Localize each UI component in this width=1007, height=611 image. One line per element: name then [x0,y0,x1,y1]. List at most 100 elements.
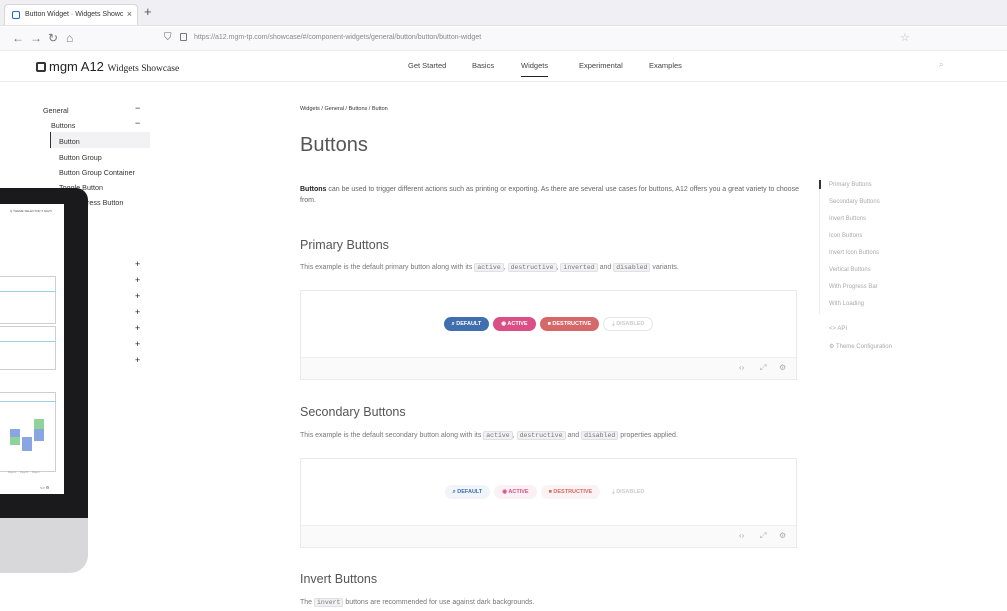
button-row: ⌕ DEFAULT ◉ ACTIVE ■ DESTRUCTIVE ⤓ DISAB… [301,317,796,331]
primary-destructive-button[interactable]: ■ DESTRUCTIVE [539,317,600,331]
device-footer-icons: <> ⚙ [40,485,50,490]
forward-icon[interactable]: → [30,31,42,45]
button-row: ⌕ DEFAULT ◉ ACTIVE ■ DESTRUCTIVE ⤓ DISAB… [301,485,796,499]
toc-rule [819,178,820,314]
toc-item-theme-configuration[interactable]: ⚙ Theme Configuration [829,343,892,350]
primary-disabled-button: ⤓ DISABLED [603,317,654,331]
secondary-active-button[interactable]: ◉ ACTIVE [494,485,537,499]
toc-item-invert-icon-buttons[interactable]: Invert Icon Buttons [829,250,879,256]
settings-icon[interactable]: ⚙ [779,531,786,540]
intro-text: Buttons can be used to trigger different… [300,186,799,204]
expand-icon[interactable]: + [135,275,140,285]
device-screen: Q THEME SELECTOR ▾ NAVO Page A Page B Pa… [0,204,64,494]
sidebar-item-progress-button[interactable]: ress Button [87,198,123,207]
demo-area: ⌕ DEFAULT ◉ ACTIVE ■ DESTRUCTIVE ⤓ DISAB… [301,459,796,525]
search-icon[interactable]: ⌕ [939,60,943,70]
toc-item-secondary-buttons[interactable]: Secondary Buttons [829,199,880,205]
section-heading-invert: Invert Buttons [300,572,378,586]
url-bar[interactable]: ⛉ https://a12.mgm-tp.com/showcase/#/comp… [160,30,917,48]
home-icon[interactable]: ⌂ [66,31,73,45]
section-heading-secondary: Secondary Buttons [300,405,406,419]
page-title: Buttons [300,134,368,156]
lock-icon [180,33,187,41]
nav-basics[interactable]: Basics [472,61,494,70]
sidebar-item-general[interactable]: General [43,106,69,115]
app-header: mgm A12 Widgets Showcase Get Started Bas… [0,52,1007,82]
app-logo[interactable]: mgm A12 Widgets Showcase [36,59,179,74]
chart-tick: Page A [8,471,17,474]
code-icon[interactable]: ‹› [739,531,744,540]
browser-tab[interactable]: Button Widget · Widgets Showc × [4,4,138,25]
logo-mark-icon [36,62,46,72]
nav-experimental[interactable]: Experimental [579,61,623,70]
url-text[interactable]: https://a12.mgm-tp.com/showcase/#/compon… [194,34,481,41]
device-mockup: Q THEME SELECTOR ▾ NAVO Page A Page B Pa… [0,188,88,573]
chart-bar [34,419,44,429]
sidebar-item-button-group[interactable]: Button Group [59,153,102,162]
tab-close-icon[interactable]: × [127,9,132,19]
browser-tab-bar: Button Widget · Widgets Showc × + [0,0,1007,26]
chart-bar [22,437,32,451]
settings-icon[interactable]: ⚙ [779,363,786,372]
back-icon[interactable]: ← [12,31,24,45]
sidebar-item-buttons[interactable]: Buttons [51,121,75,130]
primary-active-button[interactable]: ◉ ACTIVE [493,317,536,331]
chart-bar [34,429,44,441]
expand-icon[interactable]: + [135,291,140,301]
toc-active-marker [819,180,821,189]
demo-footer: ‹› ⤢ ⚙ [301,357,796,379]
browser-nav-bar: ← → ↻ ⌂ ⛉ https://a12.mgm-tp.com/showcas… [0,27,1007,51]
toc-item-api[interactable]: <> API [829,326,847,332]
tab-title: Button Widget · Widgets Showc [25,11,124,18]
collapse-icon[interactable]: − [135,103,140,113]
demo-area: ⌕ DEFAULT ◉ ACTIVE ■ DESTRUCTIVE ⤓ DISAB… [301,291,796,357]
expand-icon[interactable]: + [135,323,140,333]
chart-tick: Page C [32,471,41,474]
toc-item-icon-buttons[interactable]: Icon Buttons [829,233,862,239]
demo-panel-primary: ⌕ DEFAULT ◉ ACTIVE ■ DESTRUCTIVE ⤓ DISAB… [300,290,797,380]
demo-footer: ‹› ⤢ ⚙ [301,525,796,547]
sidebar-item-button[interactable]: Button [59,137,80,146]
demo-panel-secondary: ⌕ DEFAULT ◉ ACTIVE ■ DESTRUCTIVE ⤓ DISAB… [300,458,797,548]
toc-item-vertical-buttons[interactable]: Vertical Buttons [829,267,871,273]
expand-icon[interactable]: + [135,307,140,317]
nav-widgets[interactable]: Widgets [521,61,549,77]
nav-get-started[interactable]: Get Started [408,61,446,70]
expand-icon[interactable]: + [135,259,140,269]
toc-item-with-loading[interactable]: With Loading [829,301,864,307]
secondary-default-button[interactable]: ⌕ DEFAULT [444,485,491,499]
toc-item-with-progress-bar[interactable]: With Progress Bar [829,284,878,290]
expand-icon[interactable]: + [135,355,140,365]
chart-bar [10,429,20,437]
nav-examples[interactable]: Examples [649,61,682,70]
primary-default-button[interactable]: ⌕ DEFAULT [443,317,490,331]
toc-item-primary-buttons[interactable]: Primary Buttons [829,182,872,188]
main-content: Widgets / General / Buttons / Button But… [300,82,799,611]
secondary-destructive-button[interactable]: ■ DESTRUCTIVE [540,485,601,499]
shield-icon: ⛉ [164,32,172,43]
bookmark-star-icon[interactable]: ☆ [900,31,910,44]
code-icon[interactable]: ‹› [739,363,744,372]
device-toolbar-text: Q THEME SELECTOR ▾ NAVO [10,209,53,213]
section-desc-secondary: This example is the default secondary bu… [300,431,678,440]
collapse-icon[interactable]: − [135,118,140,128]
device-chart-card: Page A Page B Page C [0,392,56,474]
chart-tick: Page B [20,471,29,474]
device-screen-bezel: Q THEME SELECTOR ▾ NAVO Page A Page B Pa… [0,188,88,518]
expand-icon[interactable]: ⤢ [760,531,766,541]
reload-icon[interactable]: ↻ [48,31,58,45]
expand-icon[interactable]: + [135,339,140,349]
device-card [0,326,56,370]
section-heading-primary: Primary Buttons [300,238,389,252]
section-desc-invert: The invert buttons are recommended for u… [300,598,535,607]
sidebar-item-button-group-container[interactable]: Button Group Container [59,168,135,177]
expand-icon[interactable]: ⤢ [760,363,766,373]
chart-bar [10,437,20,445]
device-card [0,276,56,324]
section-desc-primary: This example is the default primary butt… [300,263,679,272]
favicon-icon [12,11,20,19]
secondary-disabled-button: ⤓ DISABLED [604,485,653,499]
new-tab-button[interactable]: + [144,4,152,19]
toc-item-invert-buttons[interactable]: Invert Buttons [829,216,866,222]
breadcrumb[interactable]: Widgets / General / Buttons / Button [300,106,388,112]
